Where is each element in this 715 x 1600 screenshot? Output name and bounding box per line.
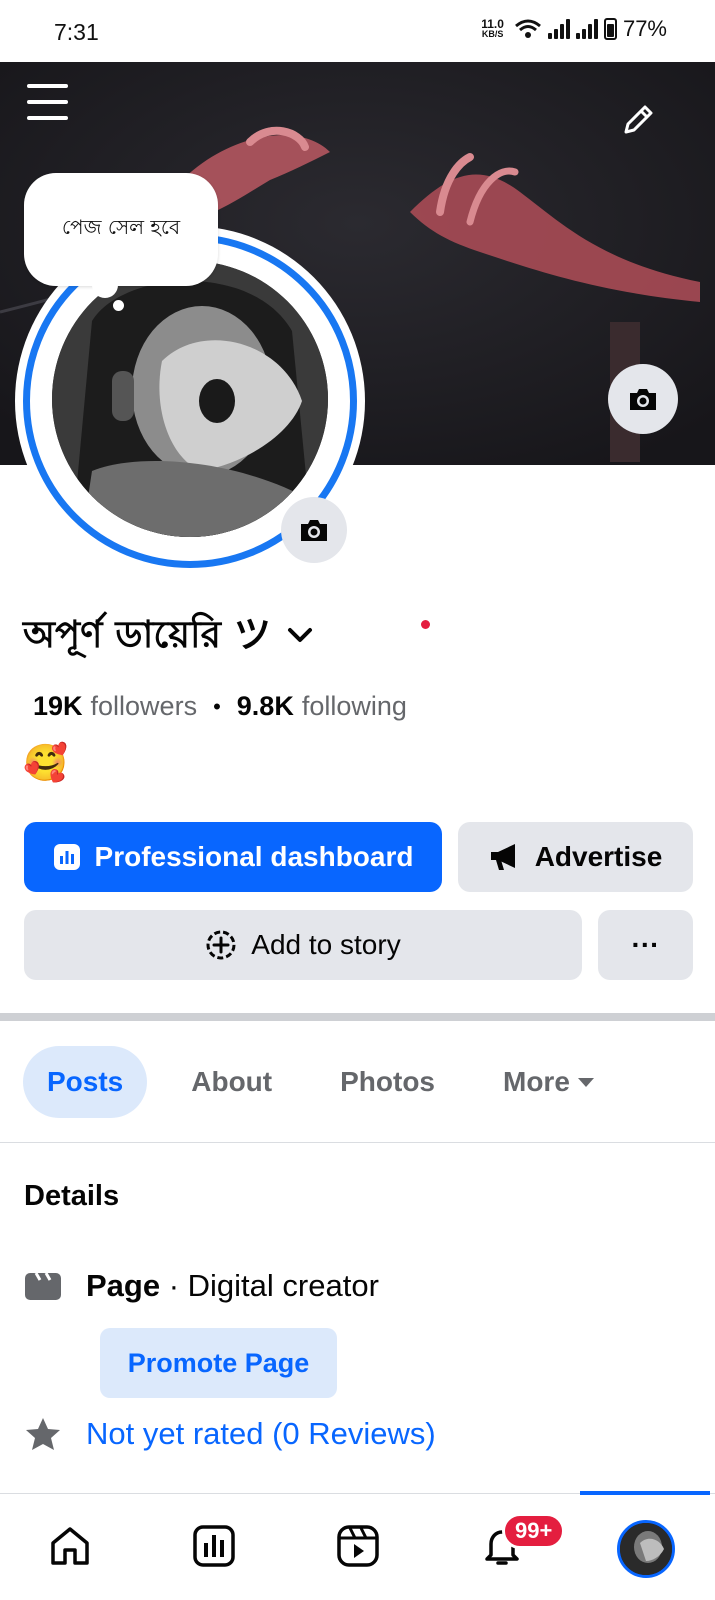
professional-dashboard-button[interactable]: Professional dashboard (24, 822, 442, 892)
chevron-down-icon[interactable] (285, 621, 315, 651)
battery-icon (603, 18, 617, 40)
network-speed: 11.0 KB/S (481, 17, 504, 39)
video-icon (337, 1525, 379, 1567)
tab-photos[interactable]: Photos (316, 1046, 459, 1118)
star-icon (26, 1418, 60, 1450)
profile-note[interactable]: পেজ সেল হবে (24, 173, 218, 286)
notification-dot (421, 620, 430, 629)
dashboard-icon (193, 1525, 235, 1567)
tab-more-label: More (503, 1066, 570, 1097)
active-tab-indicator (580, 1491, 710, 1495)
edit-profile-button[interactable] (618, 102, 656, 140)
followers-count: 19K (33, 691, 83, 721)
bottom-navigation: 99+ (0, 1491, 715, 1600)
rating-link[interactable]: Not yet rated (0 Reviews) (24, 1416, 436, 1452)
following-count: 9.8K (236, 691, 294, 721)
separator-dot: • (213, 693, 221, 719)
tab-more[interactable]: More (479, 1046, 618, 1118)
section-divider (0, 1013, 715, 1021)
more-options-button[interactable]: ··· (598, 910, 693, 980)
nav-dashboard[interactable] (184, 1516, 244, 1576)
professional-dashboard-label: Professional dashboard (94, 841, 414, 872)
menu-button[interactable] (27, 84, 68, 120)
avatar (620, 1523, 672, 1575)
status-time: 7:31 (54, 19, 99, 45)
signal-icon (575, 19, 598, 39)
home-icon (51, 1527, 89, 1565)
profile-tabs: Posts About Photos More (23, 1046, 618, 1118)
profile-name-row: অপূর্ণ ডায়েরি ツ (23, 604, 315, 668)
rating-text: Not yet rated (0 Reviews) (86, 1416, 436, 1451)
note-bubble-dot (92, 272, 118, 298)
dashboard-icon (53, 844, 80, 870)
tabs-divider (0, 1142, 715, 1143)
caret-down-icon (577, 1077, 594, 1087)
notification-badge: 99+ (502, 1513, 566, 1549)
promote-page-button[interactable]: Promote Page (100, 1328, 337, 1398)
pencil-icon (624, 105, 653, 134)
profile-image (52, 261, 328, 537)
status-icons: 11.0 KB/S 77% (481, 16, 667, 42)
bio: 🥰 (23, 742, 68, 783)
advertise-label: Advertise (534, 841, 663, 872)
battery-percent: 77% (622, 16, 667, 41)
page-category-row: Page · Digital creator (24, 1268, 379, 1304)
note-text: পেজ সেল হবে (61, 215, 181, 239)
following-label: following (301, 691, 407, 721)
wifi-icon (514, 19, 541, 38)
page-flag-icon (25, 1272, 61, 1300)
tab-posts[interactable]: Posts (23, 1046, 148, 1118)
page-category-text: Page · Digital creator (86, 1268, 379, 1303)
profile-name: অপূর্ণ ডায়েরি ツ (23, 613, 271, 656)
status-bar: 7:31 11.0 KB/S 77% (0, 0, 715, 62)
nav-reels[interactable] (328, 1516, 388, 1576)
add-to-story-button[interactable]: Add to story (24, 910, 582, 980)
follow-stats[interactable]: 19K followers • 9.8K following (33, 691, 407, 722)
change-profile-photo-button[interactable] (281, 497, 347, 563)
change-cover-button[interactable] (608, 364, 678, 434)
followers-label: followers (90, 691, 198, 721)
megaphone-icon (490, 844, 515, 870)
signal-icon (547, 19, 570, 39)
add-story-icon (206, 930, 236, 960)
details-heading: Details (24, 1180, 120, 1212)
advertise-button[interactable]: Advertise (458, 822, 693, 892)
more-options-icon: ··· (631, 929, 660, 960)
note-bubble-dot (113, 300, 124, 311)
camera-icon (301, 520, 327, 541)
nav-home[interactable] (40, 1516, 100, 1576)
add-to-story-label: Add to story (251, 929, 401, 960)
camera-icon (630, 389, 656, 410)
tab-about[interactable]: About (167, 1046, 296, 1118)
nav-profile-avatar[interactable] (617, 1520, 675, 1578)
